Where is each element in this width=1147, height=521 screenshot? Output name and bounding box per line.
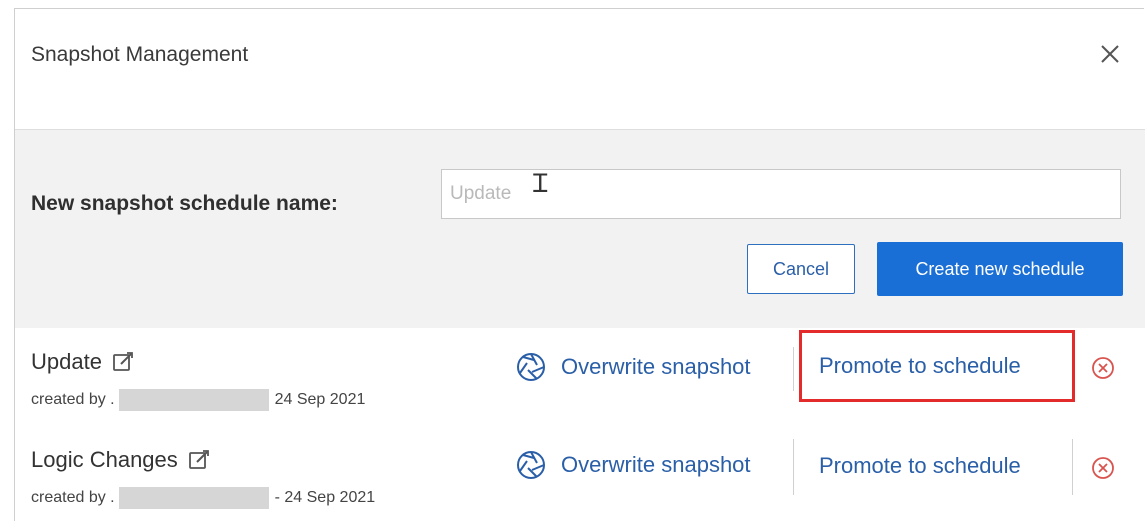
redacted-author bbox=[118, 487, 269, 509]
overwrite-snapshot-link[interactable]: Overwrite snapshot bbox=[515, 351, 751, 383]
overwrite-label: Overwrite snapshot bbox=[561, 452, 751, 477]
snapshot-name: Logic Changes bbox=[31, 447, 178, 472]
promote-to-schedule-link[interactable]: Promote to schedule bbox=[819, 453, 1021, 479]
cancel-button[interactable]: Cancel bbox=[747, 244, 855, 294]
close-icon[interactable] bbox=[1095, 39, 1125, 69]
snapshot-management-dialog: Snapshot Management New snapshot schedul… bbox=[14, 8, 1145, 521]
divider bbox=[1072, 439, 1073, 495]
overwrite-label: Overwrite snapshot bbox=[561, 354, 751, 379]
snapshot-name: Update bbox=[31, 349, 102, 374]
snapshot-name-group: Update bbox=[31, 349, 134, 375]
snapshot-date: 24 Sep 2021 bbox=[274, 391, 366, 408]
overwrite-snapshot-link[interactable]: Overwrite snapshot bbox=[515, 449, 751, 481]
remove-circle-icon[interactable] bbox=[1090, 355, 1116, 381]
snapshot-meta: created by . - 24 Sep 2021 bbox=[31, 487, 375, 509]
redacted-author bbox=[118, 389, 269, 411]
aperture-icon bbox=[517, 353, 545, 381]
dialog-title: Snapshot Management bbox=[31, 43, 249, 66]
snapshot-meta: created by . 24 Sep 2021 bbox=[31, 389, 365, 411]
snapshot-date: - 24 Sep 2021 bbox=[274, 489, 376, 506]
snapshot-row: Logic Changes created by . - 24 Sep 2021… bbox=[15, 427, 1145, 517]
text-cursor-icon: Ɪ bbox=[533, 169, 548, 199]
created-by-label: created by . bbox=[31, 489, 115, 506]
edit-icon[interactable] bbox=[188, 449, 210, 471]
divider bbox=[793, 347, 794, 391]
aperture-icon bbox=[517, 451, 545, 479]
highlight-annotation bbox=[799, 330, 1075, 402]
remove-circle-icon[interactable] bbox=[1090, 455, 1116, 481]
schedule-name-label: New snapshot schedule name: bbox=[31, 192, 338, 215]
divider bbox=[793, 439, 794, 495]
new-schedule-form: New snapshot schedule name: Ɪ Cancel Cre… bbox=[15, 129, 1145, 328]
created-by-label: created by . bbox=[31, 391, 115, 408]
create-new-schedule-button[interactable]: Create new schedule bbox=[877, 242, 1123, 296]
edit-icon[interactable] bbox=[112, 351, 134, 373]
snapshot-name-group: Logic Changes bbox=[31, 447, 210, 473]
